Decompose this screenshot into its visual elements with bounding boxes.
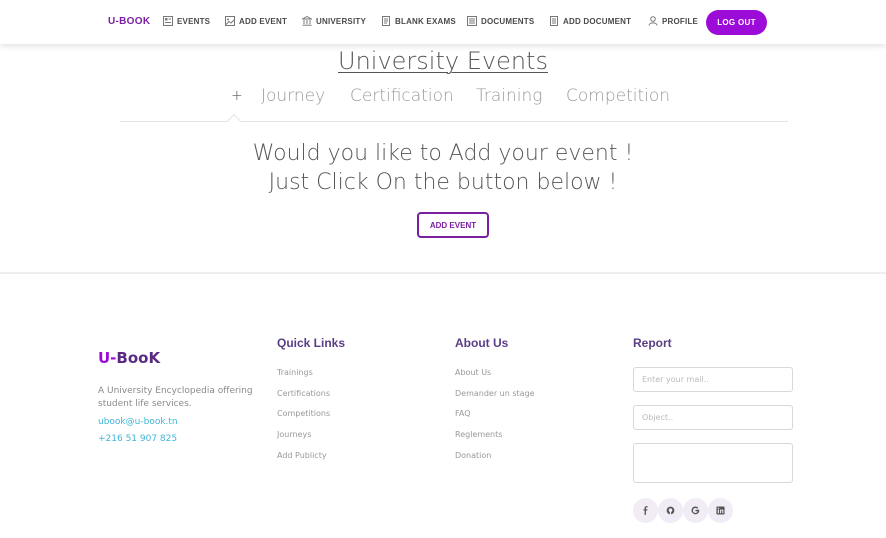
headline-line-2: Just Click On the button below !: [268, 170, 618, 195]
brand-logo[interactable]: U-BOOK: [108, 16, 150, 27]
about-link-demander-un-stage[interactable]: Demander un stage: [455, 389, 535, 398]
linkedin-button[interactable]: [708, 498, 733, 523]
nav-university-label: UNIVERSITY: [316, 16, 367, 26]
nav-university[interactable]: UNIVERSITY: [302, 16, 366, 26]
report-object-input[interactable]: [633, 405, 793, 430]
active-tab-indicator: [226, 113, 242, 129]
events-icon: [163, 16, 173, 26]
nav-events-label: EVENTS: [177, 16, 211, 26]
tab-journey[interactable]: Journey: [261, 86, 325, 106]
footer-brand: U-BooK: [98, 349, 160, 367]
nav-documents[interactable]: DOCUMENTS: [467, 16, 534, 26]
headline-line-1: Would you like to Add your event !: [252, 141, 634, 166]
tabs-divider: [120, 121, 788, 122]
nav-add-event-label: ADD EVENT: [239, 16, 288, 26]
about-link-about-us[interactable]: About Us: [455, 368, 491, 377]
tab-certification[interactable]: Certification: [350, 86, 454, 106]
github-button[interactable]: [658, 498, 683, 523]
navbar: U-BOOK EVENTS ADD EVENT UNIVERSITY BLANK…: [0, 0, 886, 44]
about-link-reglements[interactable]: Reglements: [455, 430, 502, 439]
footer-email-link[interactable]: ubook@u-book.tn: [98, 417, 178, 427]
nav-blank-exams-label: BLANK EXAMS: [395, 16, 456, 26]
quick-link-journeys[interactable]: Journeys: [277, 430, 311, 439]
nav-events[interactable]: EVENTS: [163, 16, 210, 26]
image-icon: [225, 16, 235, 26]
nav-add-event[interactable]: ADD EVENT: [225, 16, 287, 26]
footer-description: A University Encyclopedia offering stude…: [98, 386, 253, 409]
footer-brand-prefix: U-: [98, 349, 117, 367]
quick-link-add-publicty[interactable]: Add Publicty: [277, 451, 327, 460]
about-link-donation[interactable]: Donation: [455, 451, 491, 460]
add-event-button[interactable]: ADD EVENT: [417, 212, 489, 238]
nav-blank-exams[interactable]: BLANK EXAMS: [381, 16, 456, 26]
nav-add-document[interactable]: ADD DOCUMENT: [549, 16, 631, 26]
page-title: University Events: [0, 47, 886, 75]
about-link-faq[interactable]: FAQ: [455, 409, 471, 418]
documents-icon: [467, 16, 477, 26]
quick-links-title: Quick Links: [277, 336, 346, 350]
github-icon: [666, 506, 675, 515]
tab-training[interactable]: Training: [476, 86, 543, 106]
university-icon: [302, 16, 312, 26]
nav-profile-label: PROFILE: [662, 16, 699, 26]
nav-documents-label: DOCUMENTS: [481, 16, 535, 26]
logout-button[interactable]: LOG OUT: [706, 10, 767, 35]
footer-brand-rest: BooK: [116, 349, 161, 367]
google-icon: [691, 506, 700, 515]
section-divider: [0, 272, 886, 274]
document-icon: [382, 16, 390, 26]
facebook-icon: [643, 506, 648, 515]
tab-competition[interactable]: Competition: [566, 86, 670, 106]
file-icon: [550, 16, 558, 26]
quick-link-certifications[interactable]: Certifications: [277, 389, 330, 398]
google-button[interactable]: [683, 498, 708, 523]
report-title: Report: [633, 336, 672, 350]
about-us-title: About Us: [455, 336, 509, 350]
quick-link-competitions[interactable]: Competitions: [277, 409, 330, 418]
nav-add-document-label: ADD DOCUMENT: [563, 16, 632, 26]
report-message-textarea[interactable]: [633, 443, 793, 483]
linkedin-icon: [716, 506, 725, 515]
user-icon: [648, 16, 658, 26]
facebook-button[interactable]: [633, 498, 658, 523]
page-title-text: University Events: [338, 47, 548, 75]
quick-link-trainings[interactable]: Trainings: [277, 368, 313, 377]
nav-profile[interactable]: PROFILE: [648, 16, 698, 26]
tab-add[interactable]: +: [231, 88, 243, 104]
footer-phone-link[interactable]: +216 51 907 825: [98, 434, 177, 444]
report-email-input[interactable]: [633, 367, 793, 392]
